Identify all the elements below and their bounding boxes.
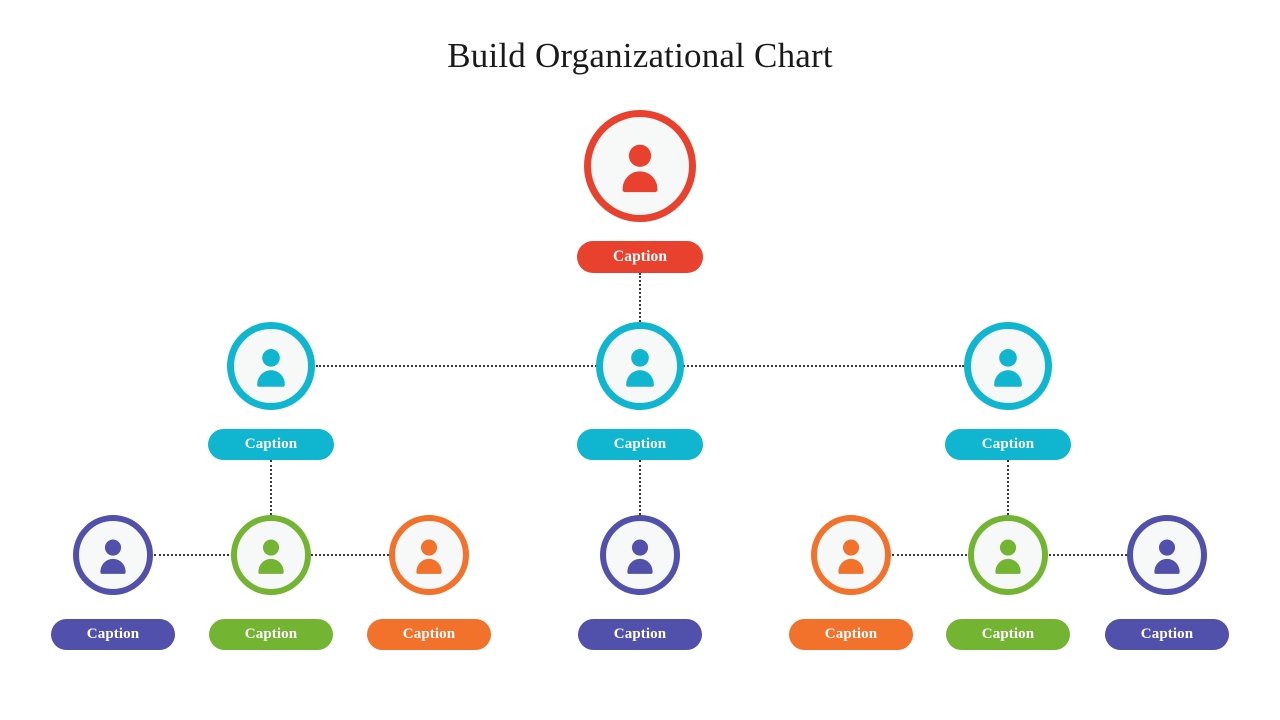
- org-node-caption[interactable]: Caption: [209, 618, 333, 650]
- person-icon: [416, 539, 442, 574]
- person-icon: [626, 349, 654, 387]
- connector-n4-n10: [1007, 460, 1009, 515]
- person-icon: [257, 349, 285, 387]
- org-node-caption[interactable]: Caption: [51, 618, 175, 650]
- org-chart-canvas: Build Organizational Chart Caption Captio…: [0, 0, 1280, 720]
- org-node-caption[interactable]: Caption: [367, 618, 491, 650]
- org-node-caption[interactable]: Caption: [789, 618, 913, 650]
- person-icon: [994, 349, 1022, 387]
- org-node-circle[interactable]: [968, 515, 1048, 595]
- org-node-circle[interactable]: [1127, 515, 1207, 595]
- org-node-caption[interactable]: Caption: [208, 428, 334, 460]
- org-node-circle[interactable]: [596, 322, 684, 410]
- connector-n2-n6: [270, 460, 272, 515]
- org-node-circle[interactable]: [227, 322, 315, 410]
- connector-n1-n3: [639, 273, 641, 322]
- org-node-caption[interactable]: Caption: [1105, 618, 1229, 650]
- person-icon: [1154, 539, 1180, 574]
- page-title: Build Organizational Chart: [447, 36, 833, 75]
- org-node-caption[interactable]: Caption: [946, 618, 1070, 650]
- org-node-circle[interactable]: [964, 322, 1052, 410]
- org-node-circle[interactable]: [600, 515, 680, 595]
- org-node-caption[interactable]: Caption: [577, 241, 703, 273]
- org-node-circle[interactable]: [584, 110, 696, 222]
- person-icon: [100, 539, 126, 574]
- org-node-caption[interactable]: Caption: [577, 428, 703, 460]
- person-icon: [838, 539, 864, 574]
- person-icon: [995, 539, 1021, 574]
- org-node-caption[interactable]: Caption: [578, 618, 702, 650]
- org-node-circle[interactable]: [73, 515, 153, 595]
- person-icon: [627, 539, 653, 574]
- org-node-caption[interactable]: Caption: [945, 428, 1071, 460]
- person-icon: [258, 539, 284, 574]
- person-icon: [622, 144, 658, 193]
- org-node-circle[interactable]: [811, 515, 891, 595]
- connector-n3-n8: [639, 460, 641, 515]
- org-node-circle[interactable]: [231, 515, 311, 595]
- org-node-circle[interactable]: [389, 515, 469, 595]
